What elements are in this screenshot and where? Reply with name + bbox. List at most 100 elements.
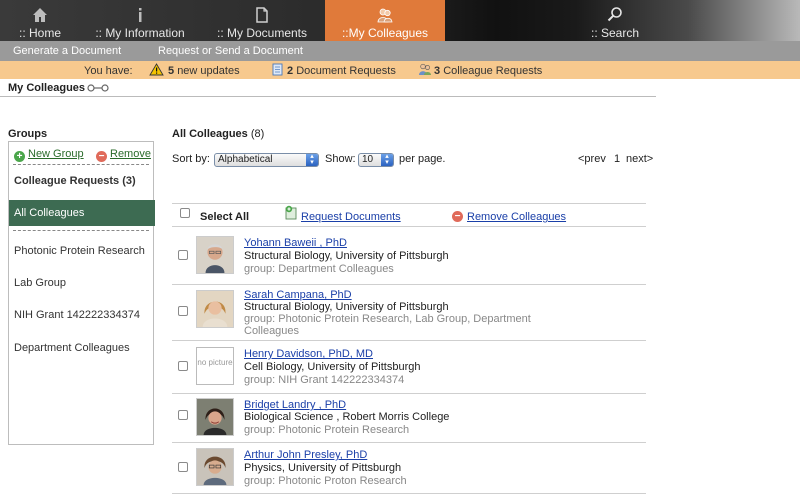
colleague-name-link[interactable]: Sarah Campana, PhD — [244, 289, 352, 301]
group-item-nih-grant[interactable]: NIH Grant 142222334374 — [14, 309, 140, 321]
group-item-all-colleagues[interactable]: All Colleagues — [9, 200, 155, 226]
colleague-affiliation: Cell Biology, University of Pittsburgh — [244, 361, 421, 373]
tab-search[interactable]: :: Search — [570, 0, 660, 41]
add-icon: + — [14, 151, 25, 162]
search-icon — [607, 7, 622, 22]
document-requests-label: Document Requests — [296, 65, 396, 77]
show-count-value: 10 — [362, 154, 374, 165]
show-label: Show: — [325, 153, 356, 165]
tab-search-label: :: Search — [590, 26, 640, 40]
info-icon — [139, 8, 142, 22]
next-page-link[interactable]: next> — [626, 153, 653, 165]
avatar — [196, 290, 234, 328]
row-divider — [172, 340, 646, 341]
select-arrows-icon: ▴ ▾ — [381, 153, 393, 166]
show-count-select[interactable]: 10 ▴ ▾ — [358, 153, 394, 167]
colleague-checkbox[interactable] — [178, 361, 188, 371]
colleague-requests-count: 3 — [434, 65, 441, 77]
list-item: Yohann Baweii , PhD Structural Biology, … — [172, 236, 646, 282]
colleague-groups: group: NIH Grant 142222334374 — [244, 374, 405, 386]
list-item: Arthur John Presley, PhD Physics, Univer… — [172, 448, 646, 492]
home-icon — [33, 8, 47, 22]
colleague-name-link[interactable]: Henry Davidson, PhD, MD — [244, 348, 373, 360]
list-item: Bridget Landry , PhD Biological Science … — [172, 398, 646, 440]
groups-title: Groups — [8, 128, 48, 140]
select-all-label: Select All — [200, 211, 250, 223]
colleague-checkbox[interactable] — [178, 250, 188, 260]
colleague-groups: group: Photonic Protein Research, Lab Gr… — [244, 313, 531, 337]
updates-prefix: You have: — [84, 65, 133, 77]
tab-home[interactable]: :: Home — [0, 0, 80, 41]
group-item-lab-group[interactable]: Lab Group — [14, 277, 66, 289]
list-item: no picture Henry Davidson, PhD, MD Cell … — [172, 347, 646, 393]
colleague-request-icon — [419, 63, 431, 75]
avatar — [196, 448, 234, 486]
new-updates-link[interactable]: 5 new updates — [168, 65, 240, 77]
list-header-rule — [172, 226, 646, 227]
warning-icon — [149, 63, 164, 76]
app-window: :: Home :: My Information :: My Document… — [0, 0, 800, 496]
new-group-label: New Group — [28, 148, 84, 160]
current-page: 1 — [614, 153, 621, 165]
request-send-document-link[interactable]: Request or Send a Document — [158, 45, 303, 57]
colleague-name-link[interactable]: Yohann Baweii , PhD — [244, 237, 347, 249]
document-request-icon — [272, 63, 283, 76]
tab-my-documents[interactable]: :: My Documents — [200, 0, 324, 41]
colleague-groups: group: Photonic Protein Research — [244, 424, 410, 436]
colleague-affiliation: Structural Biology, University of Pittsb… — [244, 250, 449, 262]
select-all-checkbox[interactable] — [180, 208, 190, 218]
sort-select[interactable]: Alphabetical ▴ ▾ — [214, 153, 319, 167]
request-documents-button[interactable]: Request Documents — [301, 211, 401, 223]
group-item-department-colleagues[interactable]: Department Colleagues — [14, 342, 130, 354]
select-arrows-icon: ▴ ▾ — [306, 153, 318, 166]
groups-panel: + New Group − Remove Colleague Requests (3… — [8, 141, 155, 445]
prev-page-link[interactable]: <prev — [578, 153, 606, 165]
top-nav: :: Home :: My Information :: My Document… — [0, 0, 800, 41]
colleague-checkbox[interactable] — [178, 410, 188, 420]
page-title: My Colleagues — [8, 82, 86, 94]
row-divider — [172, 442, 646, 443]
tab-my-colleagues-label: ::My Colleagues — [341, 26, 429, 40]
row-divider — [172, 284, 646, 285]
colleague-requests-group[interactable]: Colleague Requests (3) — [14, 175, 136, 187]
document-icon — [256, 7, 268, 23]
group-item-photonic-protein-research[interactable]: Photonic Protein Research — [14, 245, 145, 257]
new-updates-label: new updates — [177, 65, 240, 77]
list-title: All Colleagues (8) — [172, 128, 264, 140]
tab-my-information-label: :: My Information — [95, 26, 185, 40]
document-requests-link[interactable]: 2 Document Requests — [287, 65, 396, 77]
colleague-checkbox[interactable] — [178, 306, 188, 316]
colleague-name-link[interactable]: Arthur John Presley, PhD — [244, 449, 367, 461]
colleague-requests-link[interactable]: 3 Colleague Requests — [434, 65, 542, 77]
tab-my-documents-label: :: My Documents — [216, 26, 308, 40]
colleague-name-link[interactable]: Bridget Landry , PhD — [244, 399, 346, 411]
remove-group-label: Remove — [110, 148, 151, 160]
remove-icon: − — [96, 151, 107, 162]
list-top-rule — [172, 203, 646, 204]
colleague-affiliation: Physics, University of Pittsburgh — [244, 462, 402, 474]
groups-divider — [13, 230, 149, 231]
colleagues-icon — [377, 8, 393, 23]
sub-nav: Generate a Document Request or Send a Do… — [0, 41, 800, 61]
link-icon — [87, 84, 109, 92]
list-title-text: All Colleagues — [172, 128, 248, 140]
list-count: (8) — [250, 128, 265, 140]
generate-document-link[interactable]: Generate a Document — [13, 45, 121, 57]
no-picture-placeholder: no picture — [196, 347, 234, 385]
remove-group-button[interactable]: − Remove — [96, 148, 151, 162]
new-updates-count: 5 — [168, 65, 175, 77]
colleague-groups: group: Photonic Proton Research — [244, 475, 407, 487]
sort-select-value: Alphabetical — [218, 154, 273, 165]
colleague-checkbox[interactable] — [178, 462, 188, 472]
row-divider — [172, 393, 646, 394]
remove-colleagues-button[interactable]: Remove Colleagues — [467, 211, 566, 223]
list-item: Sarah Campana, PhD Structural Biology, U… — [172, 289, 646, 338]
groups-divider — [13, 164, 149, 165]
tab-my-information[interactable]: :: My Information — [80, 0, 200, 41]
sort-by-label: Sort by: — [172, 153, 210, 165]
breadcrumb-divider — [0, 96, 656, 97]
tab-my-colleagues[interactable]: ::My Colleagues — [325, 0, 445, 41]
remove-colleagues-icon: − — [452, 211, 463, 222]
new-group-button[interactable]: + New Group — [14, 148, 84, 162]
row-divider — [172, 493, 646, 494]
